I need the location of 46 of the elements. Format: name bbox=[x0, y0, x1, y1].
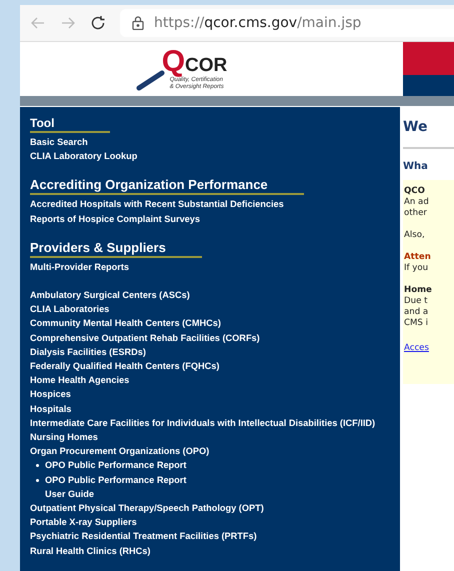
nav-link[interactable]: Hospitals bbox=[30, 402, 390, 416]
content-text: Also, bbox=[404, 230, 426, 241]
logo-letter: Q bbox=[162, 46, 186, 77]
nav-link[interactable]: Hospices bbox=[30, 387, 390, 402]
nav-link[interactable]: Community Mental Health Centers (CMHCs) bbox=[30, 316, 390, 331]
section-heading: Providers & Suppliers bbox=[30, 240, 202, 258]
nav-link[interactable]: Portable X-ray Suppliers bbox=[30, 515, 390, 530]
logo-word: COR bbox=[185, 56, 228, 75]
bullet-icon bbox=[36, 464, 39, 468]
nav-link[interactable]: CLIA Laboratory Lookup bbox=[30, 149, 390, 164]
content-text: An ad bbox=[404, 197, 430, 208]
nav-link[interactable]: Organ Procurement Organizations (OPO) bbox=[30, 444, 390, 458]
page-title: We bbox=[403, 119, 428, 135]
nav-link[interactable]: Reports of Hospice Complaint Surveys bbox=[30, 212, 390, 226]
nav-link[interactable]: OPO Public Performance Report User Guide bbox=[45, 472, 186, 502]
content-text: other bbox=[404, 208, 428, 219]
content-text: and a bbox=[404, 307, 430, 318]
content-link[interactable]: Acces bbox=[404, 337, 454, 354]
nav-link[interactable]: Home Health Agencies bbox=[30, 373, 390, 388]
nav-link[interactable]: Psychiatric Residential Treatment Facilities (PRTFs) bbox=[30, 529, 390, 544]
address-bar[interactable]: https://qcor.cms.gov/main.jsp bbox=[120, 9, 454, 37]
nav-link[interactable]: Nursing Homes bbox=[30, 430, 390, 444]
bullet-icon bbox=[36, 478, 39, 482]
nav-link[interactable]: CLIA Laboratories bbox=[30, 302, 390, 316]
nav-link[interactable]: Ambulatory Surgical Centers (ASCs) bbox=[30, 288, 390, 302]
nav-link[interactable]: Federally Qualified Health Centers (FQHCs) bbox=[30, 359, 390, 374]
nav-link[interactable]: Accredited Hospitals with Recent Substantial Deficiencies bbox=[30, 197, 390, 212]
section-title: Wha bbox=[403, 161, 429, 172]
nav-link[interactable]: Outpatient Physical Therapy/Speech Pathology (OPT) bbox=[30, 501, 390, 516]
nav-link[interactable]: Comprehensive Outpatient Rehab Facilities (CORFs) bbox=[30, 330, 390, 345]
section-heading: Accrediting Organization Performance bbox=[30, 177, 304, 196]
nav-link[interactable]: Basic Search bbox=[30, 135, 390, 150]
lock-icon bbox=[132, 16, 144, 30]
content-text: CMS i bbox=[404, 318, 429, 329]
section-heading: Tool bbox=[30, 116, 110, 133]
content-heading: QCO bbox=[404, 186, 426, 197]
content-heading: Home bbox=[404, 285, 433, 296]
attention-text: Atten bbox=[404, 252, 432, 263]
nav-link[interactable]: Rural Health Clinics (RHCs) bbox=[30, 544, 390, 558]
reload-button[interactable] bbox=[90, 15, 106, 31]
nav-link[interactable]: Multi-Provider Reports bbox=[30, 260, 390, 274]
nav-link[interactable]: Dialysis Facilities (ESRDs) bbox=[30, 344, 390, 360]
nav-link[interactable]: OPO Public Performance Report bbox=[45, 458, 186, 473]
content-text: If you bbox=[404, 263, 430, 274]
content-text: Due t bbox=[404, 296, 428, 307]
nav-link[interactable]: Intermediate Care Facilities for Individuals with Intellectual Disabilities (ICF/IID) bbox=[30, 416, 390, 430]
